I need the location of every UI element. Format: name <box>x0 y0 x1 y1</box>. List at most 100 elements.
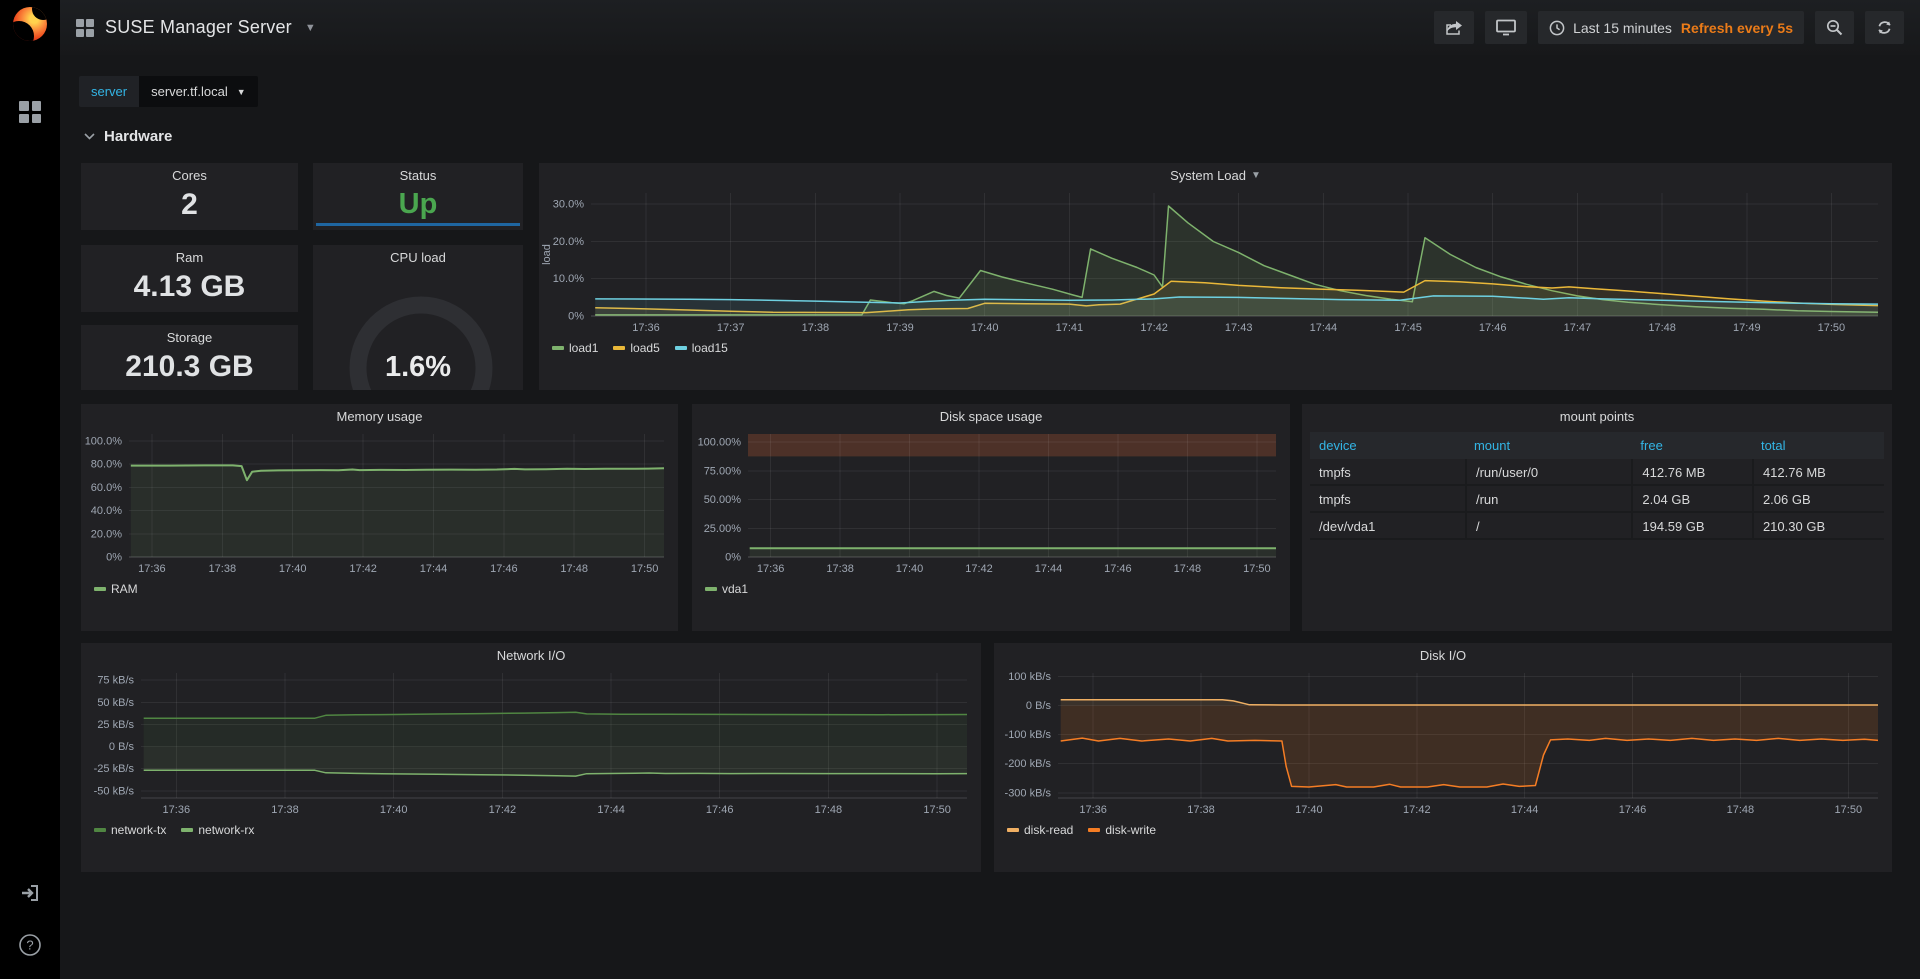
panel-title[interactable]: Disk I/O <box>994 643 1892 667</box>
legend-item[interactable]: load5 <box>613 341 659 355</box>
table-cell: 2.06 GB <box>1752 486 1884 511</box>
zoom-out-icon <box>1826 19 1843 36</box>
svg-text:30.0%: 30.0% <box>553 199 584 211</box>
svg-text:17:49: 17:49 <box>1733 322 1761 334</box>
row-header-hardware[interactable]: Hardware <box>84 128 172 145</box>
section-title: Hardware <box>104 128 172 145</box>
panel-title[interactable]: Storage <box>81 325 298 349</box>
refresh-button[interactable] <box>1865 11 1904 44</box>
table-header-cell[interactable]: free <box>1631 432 1752 459</box>
monitor-icon <box>1496 19 1516 36</box>
table-cell: 412.76 MB <box>1631 459 1752 484</box>
table-cell: tmpfs <box>1310 486 1465 511</box>
share-button[interactable] <box>1434 11 1474 44</box>
svg-text:17:50: 17:50 <box>1243 563 1271 575</box>
tv-kiosk-button[interactable] <box>1485 11 1527 44</box>
ram-value: 4.13 GB <box>81 270 298 304</box>
legend-item[interactable]: disk-write <box>1088 823 1156 837</box>
legend-label: disk-write <box>1105 823 1156 837</box>
dashboard-title-button[interactable]: SUSE Manager Server ▼ <box>76 17 316 38</box>
legend-label: network-tx <box>111 823 166 837</box>
svg-text:17:40: 17:40 <box>971 322 999 334</box>
svg-text:0 B/s: 0 B/s <box>109 741 135 753</box>
panel-title[interactable]: Network I/O <box>81 643 981 667</box>
svg-text:0 B/s: 0 B/s <box>1026 700 1052 712</box>
sidebar-item-dashboards[interactable] <box>19 101 41 123</box>
disk-io-chart[interactable]: 17:3617:3817:4017:4217:4417:4617:4817:50… <box>994 667 1892 818</box>
panel-title[interactable]: CPU load <box>313 245 523 269</box>
svg-text:17:42: 17:42 <box>349 563 377 575</box>
legend-swatch <box>552 346 564 350</box>
panel-title[interactable]: Disk space usage <box>692 404 1290 428</box>
network-io-chart[interactable]: 17:3617:3817:4017:4217:4417:4617:4817:50… <box>81 667 981 818</box>
svg-text:17:50: 17:50 <box>923 804 951 816</box>
svg-text:0%: 0% <box>106 552 122 564</box>
panel-title[interactable]: System Load ▼ <box>539 163 1892 187</box>
svg-text:load: load <box>541 244 553 265</box>
cpu-load-value: 1.6% <box>313 351 523 384</box>
table-header-row: devicemountfreetotal <box>1310 432 1884 459</box>
disk-space-chart[interactable]: 17:3617:3817:4017:4217:4417:4617:4817:50… <box>692 428 1290 577</box>
variable-value-dropdown[interactable]: server.tf.local ▼ <box>139 76 258 107</box>
panel-storage: Storage 210.3 GB <box>81 325 298 390</box>
system-load-chart[interactable]: 17:3617:3717:3817:3917:4017:4117:4217:43… <box>539 187 1892 336</box>
panel-disk-io: Disk I/O 17:3617:3817:4017:4217:4417:461… <box>994 643 1892 872</box>
svg-text:17:46: 17:46 <box>1104 563 1132 575</box>
panel-title-text: Disk I/O <box>1420 648 1466 663</box>
storage-value: 210.3 GB <box>81 350 298 384</box>
legend-item[interactable]: vda1 <box>705 582 748 596</box>
panel-title[interactable]: Cores <box>81 163 298 187</box>
svg-text:17:44: 17:44 <box>1511 804 1539 816</box>
legend-swatch <box>613 346 625 350</box>
variable-label: server <box>79 76 139 107</box>
refresh-icon <box>1876 19 1893 36</box>
panel-title[interactable]: Status <box>313 163 523 187</box>
svg-text:-200 kB/s: -200 kB/s <box>1005 758 1052 770</box>
svg-text:17:41: 17:41 <box>1056 322 1084 334</box>
svg-text:17:48: 17:48 <box>1727 804 1755 816</box>
memory-usage-chart[interactable]: 17:3617:3817:4017:4217:4417:4617:4817:50… <box>81 428 678 577</box>
table-header-cell[interactable]: device <box>1310 432 1465 459</box>
svg-text:17:37: 17:37 <box>717 322 745 334</box>
legend-item[interactable]: RAM <box>94 582 138 596</box>
panel-title[interactable]: mount points <box>1302 404 1892 428</box>
svg-text:17:38: 17:38 <box>209 563 237 575</box>
svg-text:17:48: 17:48 <box>815 804 843 816</box>
svg-text:17:38: 17:38 <box>1187 804 1215 816</box>
svg-text:17:36: 17:36 <box>163 804 191 816</box>
dashboard-grid-icon <box>76 19 94 37</box>
svg-text:17:40: 17:40 <box>380 804 408 816</box>
legend-item[interactable]: disk-read <box>1007 823 1073 837</box>
svg-text:17:44: 17:44 <box>420 563 448 575</box>
legend-item[interactable]: load15 <box>675 341 728 355</box>
sidebar-item-help[interactable]: ? <box>0 923 60 967</box>
panel-mount-points: mount points devicemountfreetotal tmpfs/r… <box>1302 404 1892 631</box>
svg-text:0%: 0% <box>568 311 584 323</box>
svg-text:75.00%: 75.00% <box>704 465 742 477</box>
svg-text:-25 kB/s: -25 kB/s <box>94 763 135 775</box>
grafana-logo[interactable] <box>13 7 47 41</box>
svg-text:17:36: 17:36 <box>757 563 785 575</box>
svg-text:?: ? <box>26 937 33 952</box>
table-cell: /run <box>1465 486 1631 511</box>
time-range-picker[interactable]: Last 15 minutes Refresh every 5s <box>1538 11 1804 44</box>
status-value: Up <box>313 188 523 221</box>
svg-text:-100 kB/s: -100 kB/s <box>1005 729 1052 741</box>
table-header-cell[interactable]: total <box>1752 432 1884 459</box>
svg-text:17:40: 17:40 <box>896 563 924 575</box>
legend-item[interactable]: network-rx <box>181 823 254 837</box>
svg-text:-50 kB/s: -50 kB/s <box>94 785 135 797</box>
panel-title-text: mount points <box>1560 409 1634 424</box>
memory-usage-legend: RAM <box>81 577 678 601</box>
panel-title[interactable]: Memory usage <box>81 404 678 428</box>
svg-text:20.0%: 20.0% <box>91 528 122 540</box>
legend-item[interactable]: load1 <box>552 341 598 355</box>
zoom-out-button[interactable] <box>1815 11 1854 44</box>
sidebar-item-signin[interactable] <box>0 871 60 915</box>
clock-icon <box>1549 20 1565 36</box>
panel-title[interactable]: Ram <box>81 245 298 269</box>
svg-text:17:42: 17:42 <box>489 804 517 816</box>
legend-item[interactable]: network-tx <box>94 823 166 837</box>
legend-label: load15 <box>692 341 728 355</box>
table-header-cell[interactable]: mount <box>1465 432 1631 459</box>
